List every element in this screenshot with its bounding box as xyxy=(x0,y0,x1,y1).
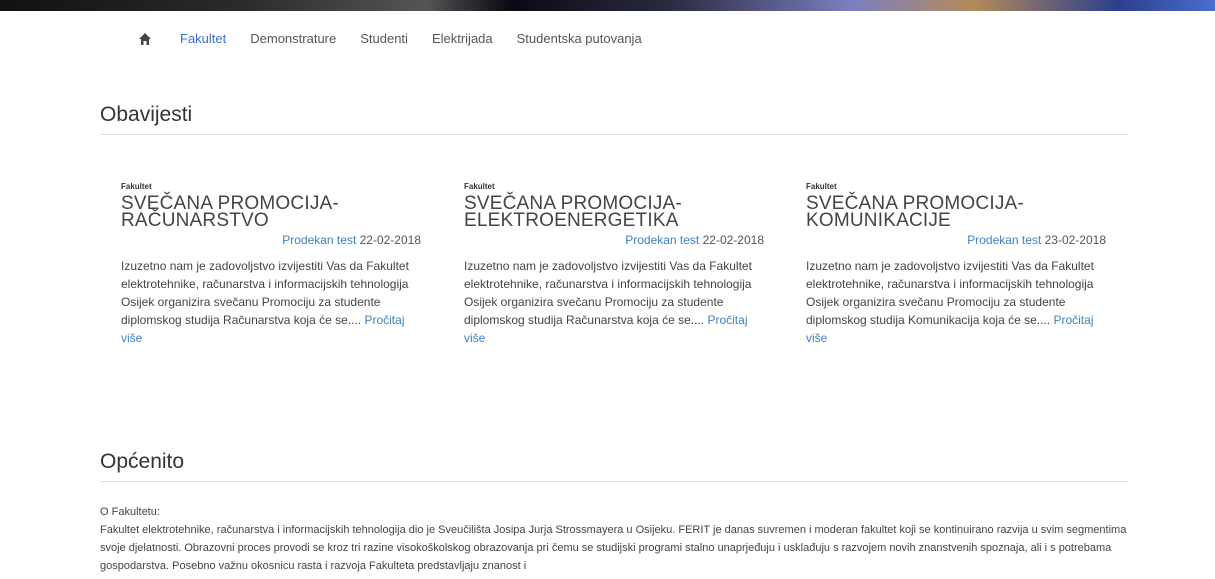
main-nav: Fakultet Demonstrature Studenti Elektrij… xyxy=(138,31,666,46)
news-excerpt-text: Izuzetno nam je zadovoljstvo izvijestiti… xyxy=(806,259,1094,327)
nav-item-fakultet[interactable]: Fakultet xyxy=(180,31,226,46)
about-heading: O Fakultetu: xyxy=(100,506,160,518)
news-meta: Prodekan test 22-02-2018 xyxy=(464,233,764,247)
news-date: 22-02-2018 xyxy=(702,233,764,247)
divider xyxy=(100,481,1128,482)
news-card: Fakultet SVEČANA PROMOCIJA- RAČUNARSTVO … xyxy=(121,182,421,347)
news-title-line[interactable]: ELEKTROENERGETIKA xyxy=(464,211,764,230)
news-excerpt: Izuzetno nam je zadovoljstvo izvijestiti… xyxy=(121,257,421,347)
news-meta: Prodekan test 23-02-2018 xyxy=(806,233,1106,247)
news-category: Fakultet xyxy=(806,182,837,191)
news-excerpt: Izuzetno nam je zadovoljstvo izvijestiti… xyxy=(464,257,764,347)
news-title[interactable]: SVEČANA PROMOCIJA- RAČUNARSTVO xyxy=(121,194,421,230)
news-date: 22-02-2018 xyxy=(359,233,421,247)
home-icon[interactable] xyxy=(138,32,152,46)
news-section-title: Obavijesti xyxy=(100,103,193,126)
news-author[interactable]: Prodekan test xyxy=(967,233,1041,247)
news-author[interactable]: Prodekan test xyxy=(625,233,699,247)
news-category: Fakultet xyxy=(464,182,495,191)
about-text: O Fakultetu: Fakultet elektrotehnike, ra… xyxy=(100,503,1130,575)
nav-item-elektrijada[interactable]: Elektrijada xyxy=(432,31,493,46)
header-banner xyxy=(0,0,1215,11)
news-title-line[interactable]: RAČUNARSTVO xyxy=(121,211,421,230)
news-meta: Prodekan test 22-02-2018 xyxy=(121,233,421,247)
general-section-title: Općenito xyxy=(100,450,185,473)
news-category: Fakultet xyxy=(121,182,152,191)
news-title[interactable]: SVEČANA PROMOCIJA- ELEKTROENERGETIKA xyxy=(464,194,764,230)
nav-item-studenti[interactable]: Studenti xyxy=(360,31,408,46)
nav-item-demonstrature[interactable]: Demonstrature xyxy=(250,31,336,46)
divider xyxy=(100,134,1128,135)
about-body: Fakultet elektrotehnike, računarstva i i… xyxy=(100,524,1127,572)
news-title-line[interactable]: KOMUNIKACIJE xyxy=(806,211,1106,230)
news-card: Fakultet SVEČANA PROMOCIJA- KOMUNIKACIJE… xyxy=(806,182,1106,347)
news-author[interactable]: Prodekan test xyxy=(282,233,356,247)
news-date: 23-02-2018 xyxy=(1044,233,1106,247)
news-excerpt: Izuzetno nam je zadovoljstvo izvijestiti… xyxy=(806,257,1106,347)
news-card: Fakultet SVEČANA PROMOCIJA- ELEKTROENERG… xyxy=(464,182,764,347)
news-title[interactable]: SVEČANA PROMOCIJA- KOMUNIKACIJE xyxy=(806,194,1106,230)
nav-item-studentska-putovanja[interactable]: Studentska putovanja xyxy=(517,31,642,46)
